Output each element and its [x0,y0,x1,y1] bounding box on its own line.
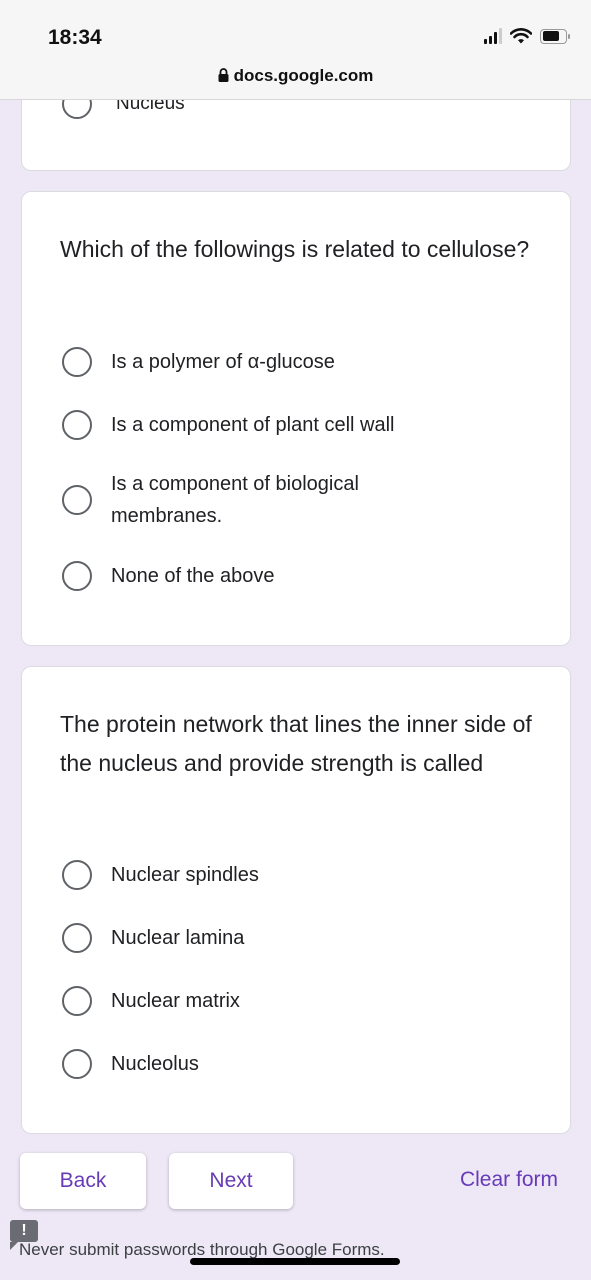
option-item[interactable]: Is a polymer of α-glucose [62,346,335,378]
option-item[interactable]: Nucleolus [62,1048,199,1080]
question-title: The protein network that lines the inner… [60,711,532,776]
password-warning-note: Never submit passwords through Google Fo… [19,1240,385,1259]
option-label: None of the above [111,565,275,587]
warning-icon: ! [10,1220,38,1250]
option-item[interactable]: Nuclear spindles [62,859,259,891]
option-label: Is a component of biological membranes. [111,473,359,527]
radio-button[interactable] [62,923,92,953]
option-item[interactable]: None of the above [62,560,274,592]
question-card: The protein network that lines the inner… [21,666,571,1134]
home-indicator[interactable] [190,1258,400,1265]
radio-button[interactable] [62,561,92,591]
url-text: docs.google.com [233,66,374,85]
option-label: Nuclear lamina [111,927,245,949]
radio-button[interactable] [62,347,92,377]
option-label: Nucleolus [111,1053,199,1075]
option-label: Is a component of plant cell wall [111,414,395,436]
radio-button[interactable] [62,410,92,440]
battery-icon [540,28,570,44]
option-item[interactable]: Nuclear matrix [62,985,240,1017]
option-label: Nuclear matrix [111,990,240,1012]
option-label: Nuclear spindles [111,864,259,886]
option-label: Is a polymer of α-glucose [111,351,335,373]
question-card: Which of the followings is related to ce… [21,191,571,646]
status-icons [484,28,570,44]
next-button[interactable]: Next [169,1153,293,1209]
status-time: 18:34 [48,26,102,49]
radio-button[interactable] [62,986,92,1016]
lock-icon [218,68,229,82]
status-and-address-bar: 18:34 docs.google.com [0,0,591,100]
option-item[interactable]: Is a component of plant cell wall [62,409,395,441]
address-bar[interactable]: docs.google.com [0,66,591,86]
radio-button[interactable] [62,485,92,515]
radio-button[interactable] [62,860,92,890]
option-item[interactable]: Is a component of biological membranes. [62,468,442,532]
back-button[interactable]: Back [20,1153,146,1209]
clear-form-link[interactable]: Clear form [460,1168,558,1192]
signal-icon [484,28,502,44]
option-item[interactable]: Nuclear lamina [62,922,244,954]
radio-button[interactable] [62,1049,92,1079]
question-title: Which of the followings is related to ce… [60,236,530,262]
wifi-icon [510,28,532,44]
